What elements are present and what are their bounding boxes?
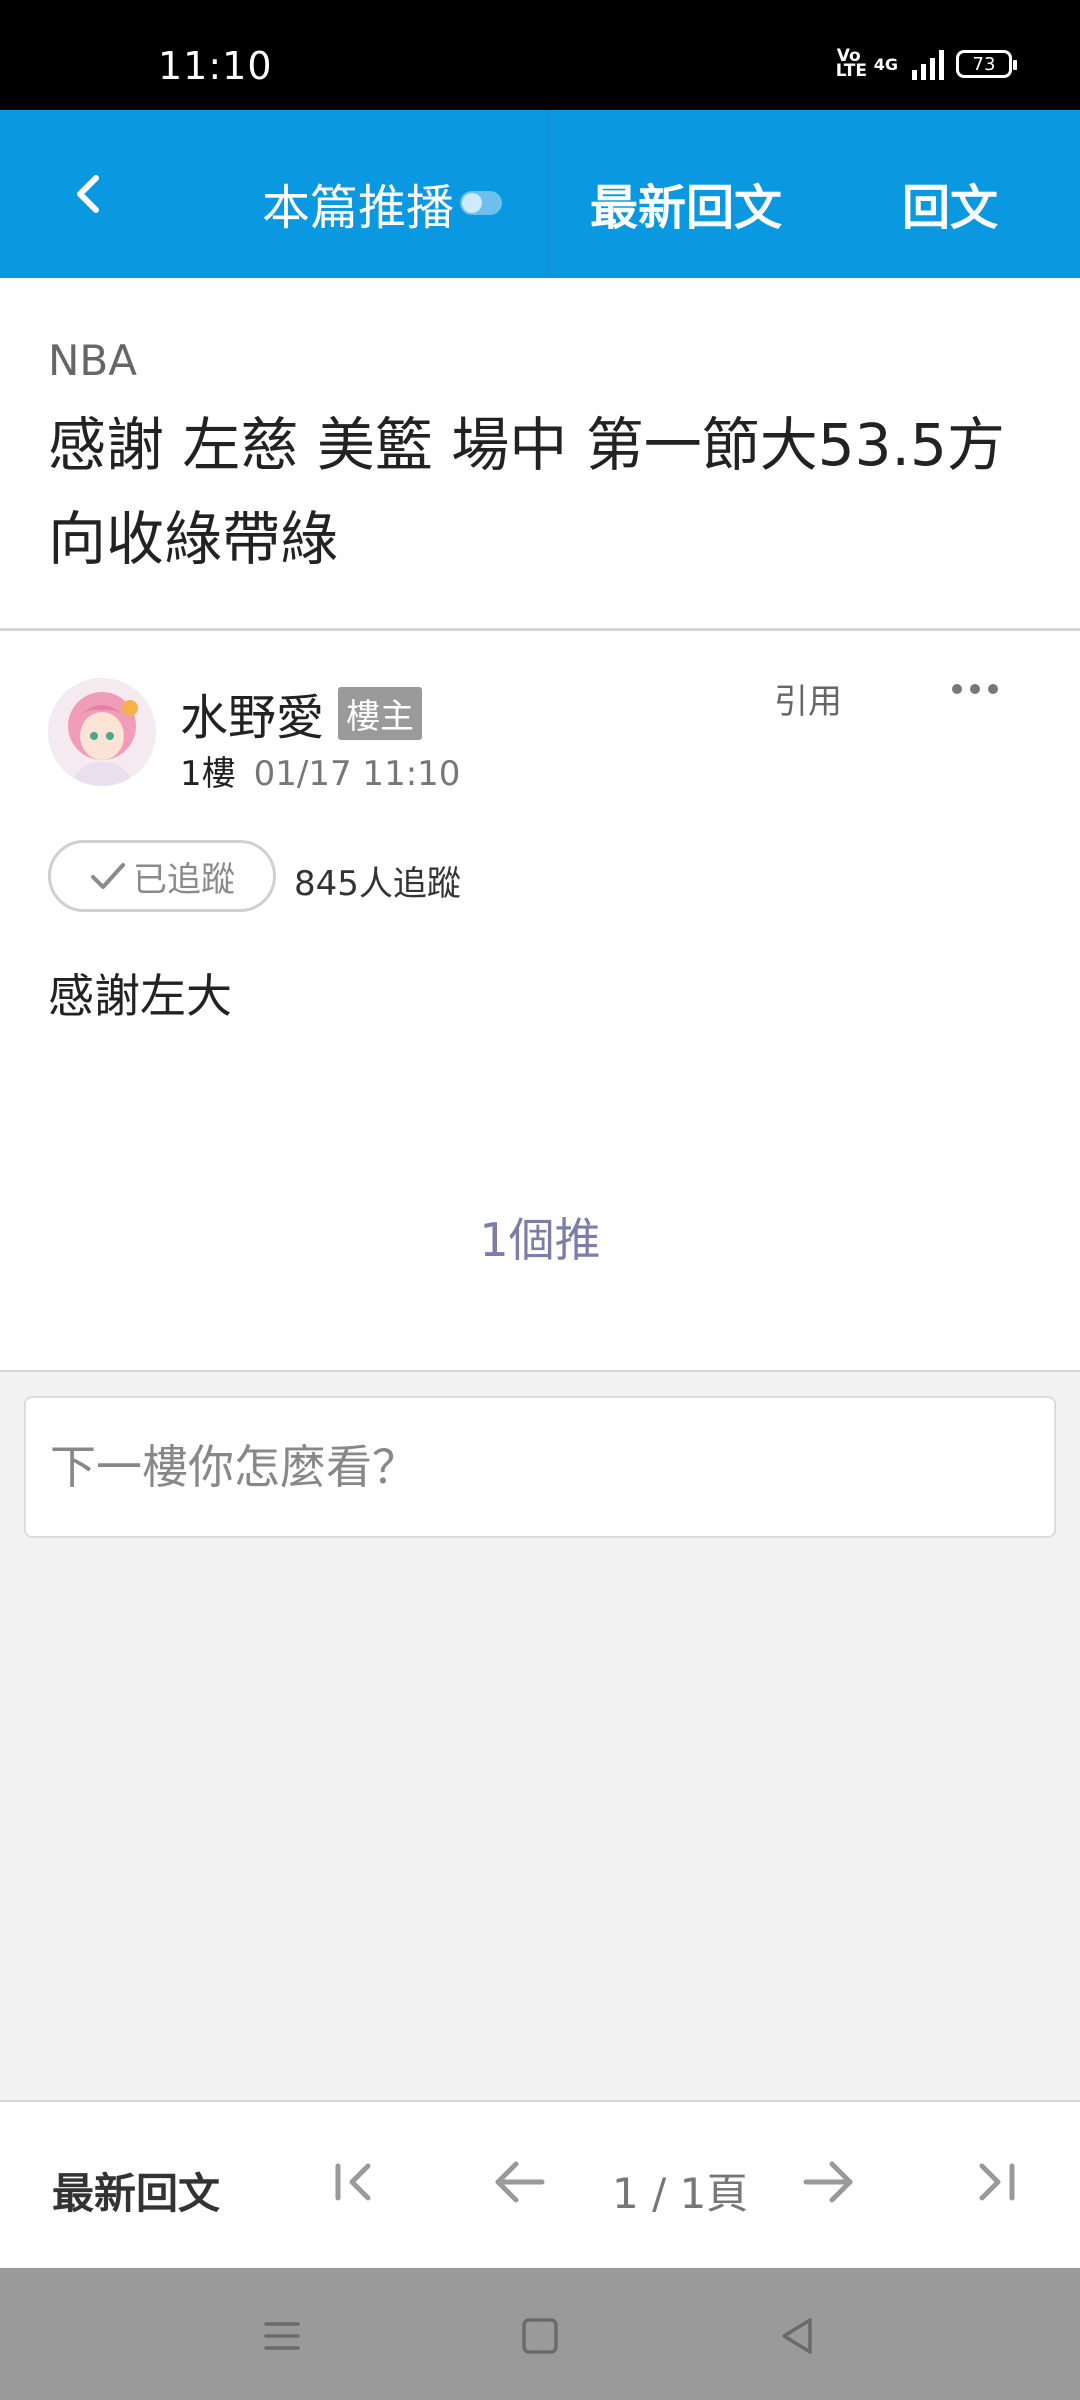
reply-input[interactable] — [24, 1396, 1056, 1538]
chevron-left-icon — [77, 175, 99, 213]
post-body: 感謝左大 — [48, 969, 232, 1023]
op-badge: 樓主 — [338, 686, 423, 740]
divider — [0, 628, 1080, 631]
page-indicator[interactable]: 1 / 1頁 — [612, 2160, 748, 2221]
toggle-switch[interactable] — [460, 191, 503, 215]
author-name-row: 水野愛 樓主 — [180, 678, 423, 748]
more-options-icon[interactable] — [952, 684, 998, 694]
network-type: 4G — [873, 54, 898, 74]
latest-replies-button[interactable]: 最新回文 — [590, 168, 782, 238]
author-name[interactable]: 水野愛 — [180, 678, 324, 748]
first-page-button[interactable] — [324, 2152, 384, 2212]
push-label: 本篇推播 — [262, 180, 455, 236]
last-page-button[interactable] — [966, 2152, 1026, 2212]
status-icons: Vo LTE 4G 73 — [835, 46, 1017, 81]
avatar-image — [48, 678, 156, 786]
menu-icon — [264, 2322, 300, 2350]
triangle-back-icon — [782, 2318, 812, 2354]
pagination-bar: 最新回文 1 / 1頁 — [0, 2100, 1080, 2268]
next-page-button[interactable] — [798, 2152, 858, 2212]
next-page-icon — [803, 2161, 853, 2203]
reply-button[interactable]: 回文 — [902, 168, 998, 238]
post-card: NBA 感謝 左慈 美籃 場中 第一節大53.5方向收綠帶綠 水野愛 樓主 1樓… — [0, 278, 1080, 1372]
status-bar: 11:10 Vo LTE 4G 73 — [0, 0, 1080, 110]
floor-number: 1樓 — [180, 754, 236, 794]
check-icon — [91, 863, 125, 889]
follow-button[interactable]: 已追蹤 — [48, 840, 276, 912]
post-title: 感謝 左慈 美籃 場中 第一節大53.5方向收綠帶綠 — [48, 411, 1005, 573]
nav-divider — [548, 110, 550, 278]
back-nav-button[interactable] — [770, 2308, 826, 2364]
back-button[interactable] — [48, 154, 128, 234]
home-button[interactable] — [512, 2308, 568, 2364]
post-time: 01/17 11:10 — [253, 754, 461, 794]
divider — [0, 1370, 1080, 1372]
prev-page-icon — [495, 2161, 545, 2203]
follower-count: 845人追蹤 — [294, 864, 461, 904]
last-page-icon — [979, 2163, 1015, 2201]
quote-button[interactable]: 引用 — [774, 674, 842, 723]
follow-label: 已追蹤 — [133, 859, 235, 900]
battery-level: 73 — [972, 53, 996, 75]
volte-icon: Vo LTE — [835, 46, 867, 81]
post-meta: 1樓 01/17 11:10 — [180, 746, 460, 795]
first-page-icon — [335, 2163, 371, 2201]
top-nav: 本篇推播 最新回文 回文 — [0, 110, 1080, 278]
push-count[interactable]: 1個推 — [0, 1204, 1080, 1270]
board-name[interactable]: NBA — [48, 336, 137, 385]
avatar[interactable] — [48, 678, 156, 786]
signal-icon — [912, 48, 944, 80]
prev-page-button[interactable] — [490, 2152, 550, 2212]
system-nav-bar — [0, 2268, 1080, 2400]
recent-apps-button[interactable] — [254, 2308, 310, 2364]
battery-icon: 73 — [956, 50, 1017, 78]
latest-replies-link[interactable]: 最新回文 — [52, 2160, 220, 2221]
push-notification-toggle[interactable]: 本篇推播 — [262, 168, 503, 238]
status-time: 11:10 — [158, 44, 273, 88]
square-icon — [522, 2318, 558, 2354]
